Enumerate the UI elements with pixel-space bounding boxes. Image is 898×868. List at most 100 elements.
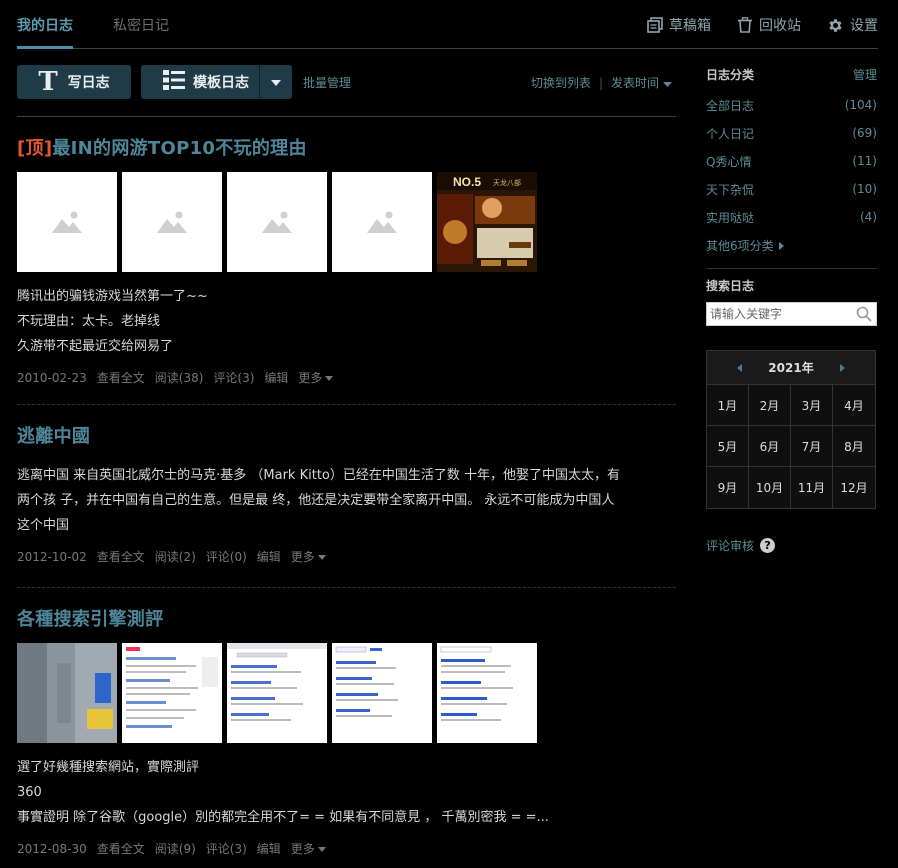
top-tab-bar: 我的日志 私密日记 草稿箱 回收站 设置: [17, 0, 878, 49]
toolbar: T 写日志 模板日志 批量管理 切换到列表 | 发表时间: [17, 65, 676, 117]
edit-link[interactable]: 编辑: [257, 548, 281, 565]
comment-count-link[interactable]: 评论(0): [206, 548, 247, 565]
category-count: (11): [852, 154, 877, 168]
month-cell[interactable]: 3月: [791, 385, 833, 426]
month-cell[interactable]: 6月: [749, 426, 791, 467]
category-count: (69): [852, 126, 877, 140]
settings-link[interactable]: 设置: [827, 15, 878, 35]
read-count-link[interactable]: 阅读(9): [155, 840, 196, 857]
view-full-link[interactable]: 查看全文: [97, 548, 145, 565]
category-item[interactable]: Q秀心情 (11): [706, 147, 877, 175]
blog-post: [顶]最IN的网游TOP10不玩的理由 NO.5 天龙八部 腾讯出的骗钱游戏当然…: [17, 134, 676, 386]
more-categories-link[interactable]: 其他6项分类: [706, 237, 877, 254]
month-cell[interactable]: 8月: [833, 426, 875, 467]
screenshot-image: [437, 643, 537, 743]
month-cell[interactable]: 2月: [749, 385, 791, 426]
search-title: 搜索日志: [706, 279, 755, 293]
help-icon[interactable]: ?: [760, 538, 776, 553]
image-placeholder-icon: [52, 211, 82, 233]
category-item[interactable]: 全部日志 (104): [706, 91, 877, 119]
month-cell[interactable]: 1月: [707, 385, 749, 426]
calendar-year: 2021年: [768, 361, 814, 375]
write-blog-button[interactable]: T 写日志: [17, 65, 131, 99]
search-icon[interactable]: [856, 306, 872, 326]
switch-to-list-link[interactable]: 切换到列表: [531, 74, 591, 91]
category-item[interactable]: 实用哒哒 (4): [706, 203, 877, 231]
prev-year-arrow-icon[interactable]: [737, 363, 742, 372]
more-dropdown[interactable]: 更多: [291, 840, 326, 857]
image-placeholder-icon: [157, 211, 187, 233]
thumbnail-placeholder[interactable]: [122, 172, 222, 272]
edit-link[interactable]: 编辑: [257, 840, 281, 857]
category-name: 个人日记: [706, 126, 755, 141]
post-title-link[interactable]: [顶]最IN的网游TOP10不玩的理由: [17, 138, 307, 159]
more-dropdown[interactable]: 更多: [291, 548, 326, 565]
next-year-arrow-icon[interactable]: [840, 363, 845, 372]
template-blog-label: 模板日志: [193, 75, 249, 91]
thumbnail-placeholder[interactable]: [227, 172, 327, 272]
sort-by-time-dropdown[interactable]: 发表时间: [611, 74, 672, 91]
comment-review: 评论审核 ?: [706, 537, 776, 554]
comment-count-link[interactable]: 评论(3): [206, 840, 247, 857]
category-name: 天下杂侃: [706, 182, 755, 197]
excerpt-line: 久游带不起最近交给网易了: [17, 339, 174, 354]
tab-private-diary[interactable]: 私密日记: [113, 15, 169, 35]
pinned-tag: [顶]: [17, 138, 53, 159]
month-cell[interactable]: 4月: [833, 385, 875, 426]
month-cell[interactable]: 5月: [707, 426, 749, 467]
screenshot-thumbnail[interactable]: [122, 643, 222, 743]
comment-review-link[interactable]: 评论审核: [706, 537, 754, 554]
post-divider: [17, 404, 676, 405]
category-name: 全部日志: [706, 98, 755, 113]
view-full-link[interactable]: 查看全文: [97, 840, 145, 857]
trash-icon: [737, 17, 753, 33]
archive-calendar: 2021年 1月 2月 3月 4月 5月 6月 7月 8月 9月 10月 11月…: [706, 350, 876, 509]
template-blog-button[interactable]: 模板日志: [141, 65, 259, 99]
manage-categories-link[interactable]: 管理: [853, 66, 877, 83]
post-excerpt: 選了好幾種搜索網站，實際測評 360 事實證明 除了谷歌（google）別的都完…: [17, 755, 676, 830]
screenshot-thumbnail[interactable]: [17, 643, 117, 743]
tab-my-blog[interactable]: 我的日志: [17, 15, 73, 49]
month-cell[interactable]: 10月: [749, 467, 791, 508]
post-title-link[interactable]: 各種搜索引擎測評: [17, 609, 163, 630]
month-cell[interactable]: 12月: [833, 467, 875, 508]
post-title-link[interactable]: 逃離中國: [17, 426, 90, 447]
screenshot-thumbnail[interactable]: [227, 643, 327, 743]
game-ad-thumbnail[interactable]: NO.5 天龙八部: [437, 172, 537, 272]
recycle-bin-link[interactable]: 回收站: [737, 15, 801, 35]
post-date: 2012-08-30: [17, 841, 87, 856]
post-meta: 2012-08-30 查看全文 阅读(9) 评论(3) 编辑 更多: [17, 840, 676, 857]
read-count-link[interactable]: 阅读(38): [155, 369, 204, 386]
screenshot-image: [122, 643, 222, 743]
view-full-link[interactable]: 查看全文: [97, 369, 145, 386]
template-dropdown-toggle[interactable]: [260, 74, 292, 90]
search-panel: 搜索日志: [706, 277, 877, 326]
top-actions: 草稿箱 回收站 设置: [647, 15, 878, 35]
month-cell[interactable]: 7月: [791, 426, 833, 467]
month-cell[interactable]: 9月: [707, 467, 749, 508]
drafts-link[interactable]: 草稿箱: [647, 15, 711, 35]
edit-link[interactable]: 编辑: [264, 369, 288, 386]
excerpt-line: 不玩理由：太卡。老掉线: [17, 314, 161, 329]
more-dropdown[interactable]: 更多: [298, 369, 333, 386]
write-blog-label: 写日志: [67, 75, 110, 91]
category-item[interactable]: 天下杂侃 (10): [706, 175, 877, 203]
thumbnail-placeholder[interactable]: [17, 172, 117, 272]
screenshot-thumbnail[interactable]: [437, 643, 537, 743]
comment-count-link[interactable]: 评论(3): [213, 369, 254, 386]
drafts-label: 草稿箱: [669, 18, 711, 34]
excerpt-line: 逃离中国 来自英国北威尔士的马克·基多 （Mark Kitto）已经在中国生活了…: [17, 468, 621, 483]
post-divider: [17, 587, 676, 588]
search-input[interactable]: [707, 303, 847, 325]
category-panel: 日志分类 管理 全部日志 (104) 个人日记 (69) Q秀心情 (11) 天下杂侃…: [706, 66, 877, 254]
screenshot-thumbnail[interactable]: [332, 643, 432, 743]
category-item[interactable]: 个人日记 (69): [706, 119, 877, 147]
category-list: 全部日志 (104) 个人日记 (69) Q秀心情 (11) 天下杂侃 (10) 实用哒…: [706, 91, 877, 231]
category-count: (104): [844, 98, 877, 112]
caret-down-icon: [271, 74, 281, 90]
batch-manage-link[interactable]: 批量管理: [303, 74, 351, 91]
month-cell[interactable]: 11月: [791, 467, 833, 508]
thumbnail-placeholder[interactable]: [332, 172, 432, 272]
excerpt-line: 腾讯出的骗钱游戏当然第一了~~: [17, 289, 208, 304]
read-count-link[interactable]: 阅读(2): [155, 548, 196, 565]
